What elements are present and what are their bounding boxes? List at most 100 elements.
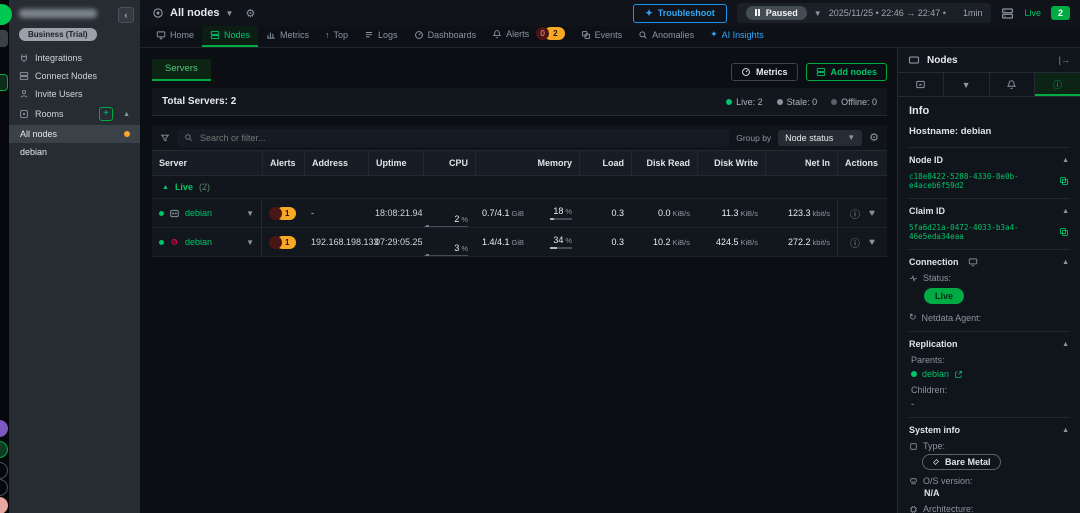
- column-header-disk-write[interactable]: Disk Write: [697, 151, 765, 175]
- server-cell[interactable]: debian ▼: [152, 199, 262, 227]
- add-room-button[interactable]: +: [99, 107, 113, 121]
- magnifier-icon: [638, 30, 648, 40]
- live-dot: [726, 99, 732, 105]
- tab-nodes[interactable]: Nodes: [202, 26, 258, 47]
- panel-tab-alerts[interactable]: [990, 73, 1036, 96]
- tab-top[interactable]: ↑ Top: [317, 26, 356, 47]
- search-input[interactable]: [198, 132, 722, 144]
- parent-node-link[interactable]: debian: [911, 369, 1069, 379]
- group-by-select[interactable]: Node status ▼: [778, 130, 862, 146]
- metrics-button[interactable]: Metrics: [731, 63, 798, 81]
- column-header-address[interactable]: Address: [304, 151, 368, 175]
- header: All nodes ▼ ⚙ ✦ Troubleshoot Paused ▼ 20…: [140, 0, 1080, 48]
- user-avatar[interactable]: [0, 497, 8, 513]
- chevron-up-icon[interactable]: ▲: [123, 111, 130, 118]
- chevron-up-icon[interactable]: ▲: [1062, 341, 1069, 348]
- alerts-cell[interactable]: 1: [262, 199, 304, 227]
- chevron-down-icon[interactable]: ▼: [814, 9, 822, 18]
- column-header-cpu[interactable]: CPU: [423, 151, 475, 175]
- column-header-net-in[interactable]: Net In: [765, 151, 837, 175]
- table-settings-gear-icon[interactable]: ⚙: [869, 131, 879, 144]
- alerts-pill[interactable]: 1: [269, 236, 296, 249]
- sidebar-collapse-button[interactable]: ‹: [118, 7, 134, 23]
- group-row-live[interactable]: ▲ Live (2): [152, 176, 887, 199]
- heart-icon[interactable]: ♥: [869, 237, 875, 248]
- time-range-control[interactable]: Paused ▼ 2025/11/25 • 22:46 → 22:47 • 1m…: [737, 3, 992, 23]
- servers-view-tab[interactable]: Servers: [152, 59, 211, 81]
- copy-icon[interactable]: [1059, 227, 1069, 237]
- date-range[interactable]: 2025/11/25 • 22:46 → 22:47 •: [829, 8, 946, 18]
- rail-icon-purple[interactable]: [0, 420, 8, 437]
- table-row[interactable]: debian ▼ 1 192.168.198.133 07:29:05.25 3…: [152, 228, 887, 257]
- info-icon[interactable]: ⓘ: [850, 206, 860, 221]
- tab-metrics[interactable]: Metrics: [258, 26, 317, 47]
- heart-icon[interactable]: ♥: [869, 208, 875, 219]
- room-selector[interactable]: All nodes ▼: [152, 7, 233, 19]
- plug-icon: [19, 53, 29, 63]
- paused-toggle[interactable]: Paused: [746, 6, 807, 20]
- sidebar-item-invite-users[interactable]: Invite Users: [9, 85, 140, 103]
- tab-events[interactable]: Events: [573, 26, 631, 47]
- sidebar-item-rooms[interactable]: Rooms + ▲: [9, 103, 140, 125]
- legend-live[interactable]: Live: 2: [726, 97, 763, 107]
- nodes-indicator-icon[interactable]: [1001, 7, 1014, 20]
- space-switcher-item[interactable]: [0, 30, 8, 47]
- chip-icon: [909, 505, 918, 513]
- node-name-link[interactable]: debian: [185, 237, 212, 247]
- funnel-icon[interactable]: [160, 133, 170, 143]
- column-header-alerts[interactable]: Alerts: [262, 151, 304, 175]
- panel-tab-metrics[interactable]: [898, 73, 944, 96]
- rail-icon-settings[interactable]: [0, 479, 8, 496]
- copy-icon[interactable]: [1059, 176, 1069, 186]
- column-header-disk-read[interactable]: Disk Read: [631, 151, 697, 175]
- legend-stale[interactable]: Stale: 0: [777, 97, 818, 107]
- rail-icon-green[interactable]: [0, 441, 8, 458]
- chevron-up-icon[interactable]: ▲: [162, 184, 169, 191]
- tab-ai-insights[interactable]: ✦ AI Insights: [702, 25, 772, 47]
- chevron-up-icon[interactable]: ▲: [1062, 157, 1069, 164]
- chevron-up-icon[interactable]: ▲: [1062, 259, 1069, 266]
- column-header-server[interactable]: Server: [152, 151, 262, 175]
- tab-home[interactable]: Home: [148, 26, 202, 47]
- metrics-button-label: Metrics: [756, 67, 788, 77]
- info-icon[interactable]: ⓘ: [850, 235, 860, 250]
- chevron-down-icon[interactable]: ▼: [246, 238, 254, 247]
- alerts-pill[interactable]: 1: [269, 207, 296, 220]
- node-name-link[interactable]: debian: [185, 208, 212, 218]
- column-header-memory[interactable]: Memory: [475, 151, 579, 175]
- sidebar-item-connect-nodes[interactable]: Connect Nodes: [9, 67, 140, 85]
- tab-dashboards[interactable]: Dashboards: [406, 26, 485, 47]
- table-row[interactable]: debian ▼ 1 - 18:08:21.94 2% 0.7/4.1GiB: [152, 199, 887, 228]
- column-header-load[interactable]: Load: [579, 151, 631, 175]
- troubleshoot-button[interactable]: ✦ Troubleshoot: [633, 4, 727, 23]
- rail-icon-help[interactable]: [0, 462, 8, 479]
- room-settings-gear-icon[interactable]: ⚙: [245, 7, 255, 20]
- chevron-up-icon[interactable]: ▲: [1062, 208, 1069, 215]
- panel-tab-filters[interactable]: ▼: [944, 73, 990, 96]
- pause-icon: [755, 8, 761, 18]
- external-link-icon[interactable]: [954, 370, 963, 379]
- tab-alerts[interactable]: Alerts 0 2: [484, 23, 572, 47]
- panel-collapse-icon[interactable]: |→: [1059, 55, 1070, 65]
- column-header-uptime[interactable]: Uptime: [368, 151, 423, 175]
- parents-label: Parents:: [911, 355, 945, 365]
- tab-logs[interactable]: Logs: [356, 26, 406, 47]
- section-connection: Connection ▲ Status: Live ↻ Netdata Agen…: [909, 249, 1069, 331]
- room-item-debian[interactable]: debian: [9, 143, 140, 161]
- sidebar-item-integrations[interactable]: Integrations: [9, 49, 140, 67]
- room-item-all-nodes[interactable]: All nodes: [9, 125, 140, 143]
- panel-tab-info[interactable]: ⓘ: [1035, 73, 1080, 96]
- add-space-button[interactable]: [0, 74, 8, 91]
- live-count-badge[interactable]: 2: [1051, 6, 1070, 20]
- chevron-up-icon[interactable]: ▲: [1062, 427, 1069, 434]
- chevron-down-icon[interactable]: ▼: [246, 209, 254, 218]
- server-cell[interactable]: debian ▼: [152, 228, 262, 256]
- add-nodes-button[interactable]: Add nodes: [806, 63, 888, 81]
- search-box[interactable]: [177, 129, 729, 147]
- tab-anomalies[interactable]: Anomalies: [630, 26, 702, 47]
- total-servers-label: Total Servers: 2: [162, 96, 236, 107]
- alerts-cell[interactable]: 1: [262, 228, 304, 256]
- legend-offline[interactable]: Offline: 0: [831, 97, 877, 107]
- parent-name[interactable]: debian: [922, 369, 949, 379]
- cpu-sparkline: [424, 255, 468, 256]
